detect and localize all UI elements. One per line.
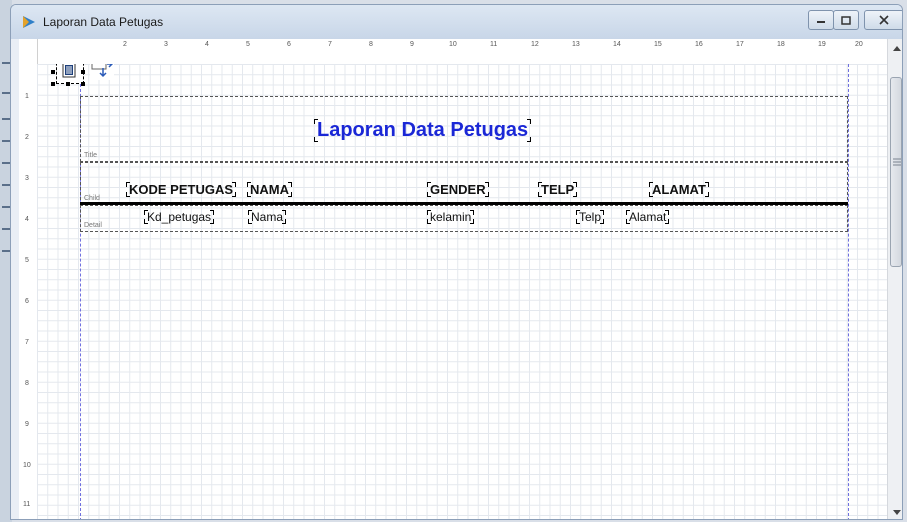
minimize-button[interactable] xyxy=(808,10,834,30)
window-title: Laporan Data Petugas xyxy=(43,15,164,29)
field-text: kelamin xyxy=(430,210,472,224)
title-band-label: Title xyxy=(84,152,97,159)
ruler-top-label: 20 xyxy=(855,41,863,48)
ruler-top-label: 9 xyxy=(410,41,414,48)
field-kelamin[interactable]: kelamin xyxy=(426,210,475,224)
designer-client-area: 2 3 4 5 6 7 8 9 10 11 12 13 14 15 16 17 … xyxy=(19,39,887,519)
ruler-top-label: 18 xyxy=(777,41,785,48)
ruler-left-label: 8 xyxy=(25,380,29,387)
header-kode-petugas[interactable]: KODE PETUGAS xyxy=(125,182,237,197)
ruler-left-label: 5 xyxy=(25,257,29,264)
header-alamat[interactable]: ALAMAT xyxy=(649,182,709,197)
report-title-text: Laporan Data Petugas xyxy=(317,119,529,141)
horizontal-ruler: 2 3 4 5 6 7 8 9 10 11 12 13 14 15 16 17 … xyxy=(19,39,887,65)
selection-handle[interactable] xyxy=(81,70,85,74)
header-nama[interactable]: NAMA xyxy=(247,182,292,197)
ruler-top-label: 5 xyxy=(246,41,250,48)
ruler-top-label: 19 xyxy=(818,41,826,48)
selection-handle[interactable] xyxy=(51,82,55,86)
report-designer-window: Laporan Data Petugas 2 3 4 5 6 7 8 9 10 … xyxy=(10,4,903,520)
header-text: ALAMAT xyxy=(652,182,706,197)
ruler-left-label: 7 xyxy=(25,339,29,346)
header-gender[interactable]: GENDER xyxy=(427,182,489,197)
ruler-top-label: 17 xyxy=(736,41,744,48)
ruler-left-label: 1 xyxy=(25,93,29,100)
app-icon xyxy=(23,16,35,28)
ruler-left-label: 3 xyxy=(25,175,29,182)
selection-handle[interactable] xyxy=(51,70,55,74)
page-layout-icon xyxy=(91,64,114,78)
report-title-field[interactable]: Laporan Data Petugas xyxy=(313,119,532,142)
ruler-top-label: 15 xyxy=(654,41,662,48)
selection-handle[interactable] xyxy=(81,82,85,86)
ruler-left-label: 9 xyxy=(25,421,29,428)
ruler-top-label: 16 xyxy=(695,41,703,48)
arrow-up-icon xyxy=(892,45,901,51)
scroll-up-button[interactable] xyxy=(888,39,902,56)
header-text: KODE PETUGAS xyxy=(129,182,234,197)
ruler-left-label: 10 xyxy=(23,462,31,469)
scrollbar-thumb[interactable] xyxy=(890,77,902,267)
arrow-down-icon xyxy=(892,509,901,515)
field-text: Nama xyxy=(251,210,284,224)
ruler-top-label: 6 xyxy=(287,41,291,48)
ruler-left-label: 11 xyxy=(23,501,31,508)
vertical-ruler: 1 2 3 4 5 6 7 8 9 10 11 xyxy=(19,39,38,519)
selection-handle[interactable] xyxy=(66,82,70,86)
ruler-top-label: 13 xyxy=(572,41,580,48)
maximize-icon xyxy=(841,15,851,25)
close-button[interactable] xyxy=(864,10,902,30)
grip-icon xyxy=(893,158,901,166)
header-text: NAMA xyxy=(250,182,289,197)
header-telp[interactable]: TELP xyxy=(537,182,578,197)
vertical-scrollbar[interactable] xyxy=(887,39,902,519)
ruler-left-label: 4 xyxy=(25,216,29,223)
report-canvas[interactable]: Title Laporan Data Petugas Child KODE PE… xyxy=(37,64,887,519)
field-kd-petugas[interactable]: Kd_petugas xyxy=(143,210,215,224)
header-text: GENDER xyxy=(430,182,486,197)
ruler-top-label: 4 xyxy=(205,41,209,48)
page-layout-button[interactable] xyxy=(90,64,114,80)
field-text: Alamat xyxy=(629,210,667,224)
ruler-left-label: 2 xyxy=(25,134,29,141)
header-text: TELP xyxy=(541,182,575,197)
minimize-icon xyxy=(817,21,825,23)
ruler-top-label: 12 xyxy=(531,41,539,48)
title-bar[interactable]: Laporan Data Petugas xyxy=(11,5,902,39)
field-alamat[interactable]: Alamat xyxy=(625,210,670,224)
ruler-top-label: 8 xyxy=(369,41,373,48)
ruler-top-label: 10 xyxy=(449,41,457,48)
ruler-left-label: 6 xyxy=(25,298,29,305)
report-icon xyxy=(62,64,76,78)
maximize-button[interactable] xyxy=(833,10,859,30)
child-band-label: Child xyxy=(84,195,100,202)
report-properties-button[interactable] xyxy=(56,64,84,84)
close-icon xyxy=(879,15,889,25)
field-text: Telp xyxy=(579,210,602,224)
ruler-top-label: 7 xyxy=(328,41,332,48)
ruler-top-label: 14 xyxy=(613,41,621,48)
detail-band-label: Detail xyxy=(84,222,102,229)
ruler-top-label: 2 xyxy=(123,41,127,48)
field-text: Kd_petugas xyxy=(147,210,212,224)
right-margin-line xyxy=(848,64,849,519)
ruler-top-label: 11 xyxy=(490,41,498,48)
scroll-down-button[interactable] xyxy=(888,504,902,519)
field-telp[interactable]: Telp xyxy=(575,210,605,224)
field-nama[interactable]: Nama xyxy=(247,210,287,224)
ruler-top-label: 3 xyxy=(164,41,168,48)
